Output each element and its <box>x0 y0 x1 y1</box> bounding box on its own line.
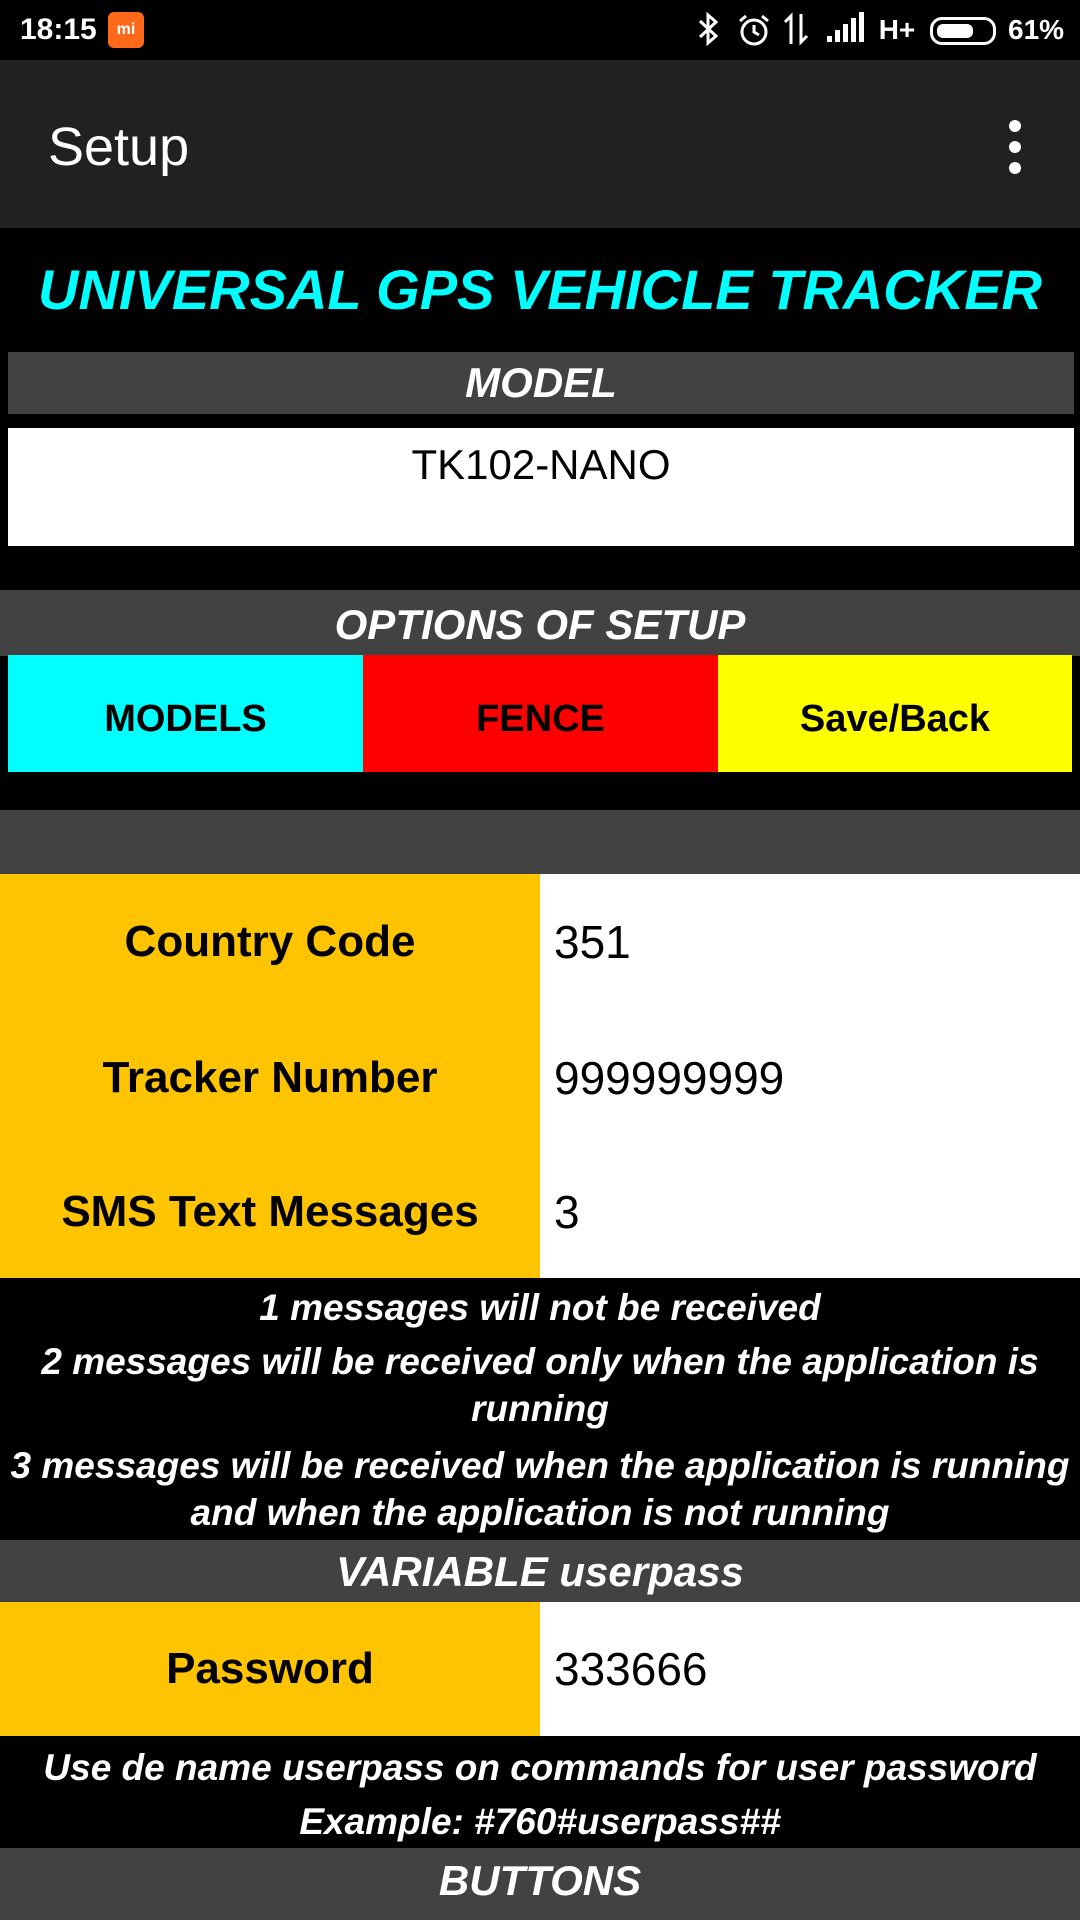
app-title: Setup <box>48 117 190 177</box>
sms-info-line: 1 messages will not be received <box>259 1287 821 1328</box>
model-section-header: MODEL <box>8 352 1074 414</box>
fence-button[interactable]: FENCE <box>363 655 718 772</box>
buttons-section-header: BUTTONS <box>0 1848 1080 1920</box>
signal-icon <box>824 12 866 48</box>
data-transfer-icon <box>780 12 812 48</box>
save-back-button[interactable]: Save/Back <box>718 655 1072 772</box>
userpass-example: Example: #760#userpass## <box>299 1801 781 1842</box>
alarm-icon <box>734 12 774 48</box>
password-label: Password <box>0 1602 540 1736</box>
blank-section-header <box>0 810 1080 874</box>
country-code-field[interactable]: 351 <box>540 874 1080 1010</box>
page-heading: UNIVERSAL GPS VEHICLE TRACKER <box>38 258 1042 321</box>
tracker-number-label: Tracker Number <box>0 1010 540 1146</box>
sms-text-messages-label: SMS Text Messages <box>0 1146 540 1278</box>
tracker-number-field[interactable]: 999999999 <box>540 1010 1080 1146</box>
sms-text-messages-field[interactable]: 3 <box>540 1146 1080 1278</box>
options-section-header: OPTIONS OF SETUP <box>0 590 1080 656</box>
userpass-hint: Use de name userpass on commands for use… <box>43 1747 1037 1788</box>
battery-percent: 61% <box>1008 14 1065 45</box>
network-type-label: H+ <box>878 14 916 45</box>
mi-icon: mi <box>108 12 144 48</box>
sms-info-line: 2 messages will be received only when th… <box>41 1341 1039 1429</box>
country-code-label: Country Code <box>0 874 540 1010</box>
clock: 18:15 <box>20 13 97 46</box>
sms-info-line: 3 messages will be received when the app… <box>10 1445 1070 1533</box>
battery-icon <box>930 17 996 45</box>
bluetooth-icon <box>694 11 724 48</box>
variable-section-header: VARIABLE userpass <box>0 1540 1080 1602</box>
password-field[interactable]: 333666 <box>540 1602 1080 1736</box>
overflow-menu-icon[interactable] <box>990 112 1040 182</box>
models-button[interactable]: MODELS <box>8 655 363 772</box>
model-value-field[interactable]: TK102-NANO <box>8 428 1074 546</box>
